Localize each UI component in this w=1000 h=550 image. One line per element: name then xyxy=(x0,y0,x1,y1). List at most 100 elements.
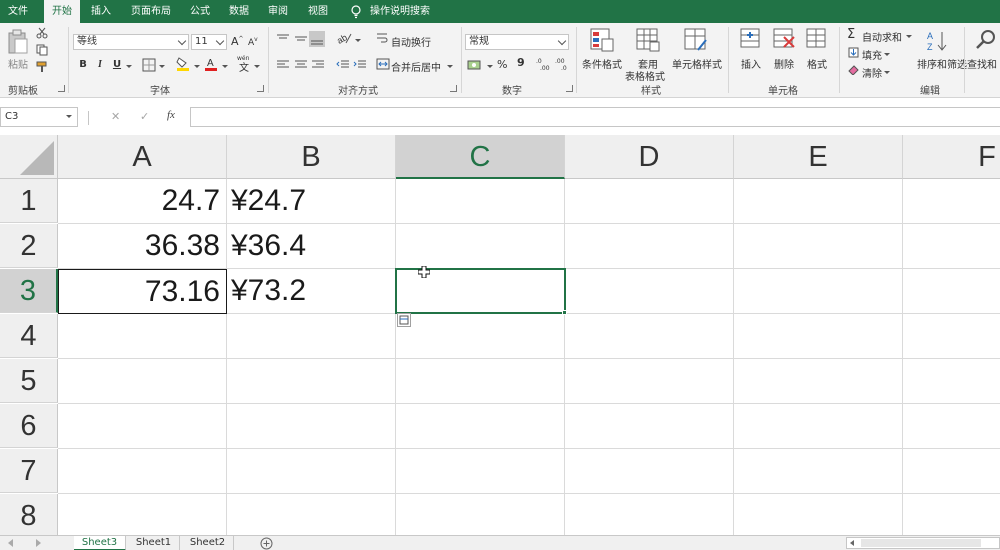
fill-color-dropdown-icon[interactable] xyxy=(192,61,200,72)
increase-indent-icon[interactable] xyxy=(353,59,367,71)
cell-c8[interactable] xyxy=(396,494,565,535)
row-header-8[interactable]: 8 xyxy=(0,494,58,535)
tell-me-search[interactable]: 操作说明搜索 xyxy=(368,0,432,23)
wrap-text-icon[interactable] xyxy=(376,32,388,44)
cell-a3[interactable]: 73.16 xyxy=(58,269,227,314)
fill-handle[interactable] xyxy=(562,310,567,315)
scissors-icon[interactable] xyxy=(36,27,48,39)
column-header-b[interactable]: B xyxy=(227,135,396,179)
tab-file[interactable]: 文件 xyxy=(0,0,36,23)
delete-cells-button[interactable]: 删除 xyxy=(774,56,794,71)
cell-e8[interactable] xyxy=(734,494,903,535)
cell-d6[interactable] xyxy=(565,404,734,449)
cell-a7[interactable] xyxy=(58,449,227,494)
borders-icon[interactable] xyxy=(142,58,156,72)
autosum-dropdown-icon[interactable] xyxy=(904,31,912,42)
cell-d3[interactable] xyxy=(565,269,734,314)
number-launcher-icon[interactable] xyxy=(566,85,573,92)
cell-b7[interactable] xyxy=(227,449,396,494)
cell-b5[interactable] xyxy=(227,359,396,404)
format-painter-icon[interactable] xyxy=(36,61,48,73)
cell-d2[interactable] xyxy=(565,224,734,269)
sheet-tab-sheet2[interactable]: Sheet2 xyxy=(182,536,234,550)
cell-c4[interactable] xyxy=(396,314,565,359)
sort-filter-button[interactable]: 排序和筛选 xyxy=(917,56,967,71)
sheet-tab-sheet3[interactable]: Sheet3 xyxy=(74,536,126,550)
cell-c1[interactable] xyxy=(396,179,565,224)
delete-cells-icon[interactable] xyxy=(773,28,795,50)
copy-icon[interactable] xyxy=(36,44,48,56)
cell-d5[interactable] xyxy=(565,359,734,404)
cell-f2[interactable] xyxy=(903,224,1000,269)
cell-d1[interactable] xyxy=(565,179,734,224)
cell-f8[interactable] xyxy=(903,494,1000,535)
cell-f6[interactable] xyxy=(903,404,1000,449)
tab-formulas[interactable]: 公式 xyxy=(183,0,217,23)
eraser-icon[interactable] xyxy=(848,64,859,75)
font-name-select[interactable]: 等线 xyxy=(73,34,189,50)
column-header-a[interactable]: A xyxy=(58,135,227,179)
borders-dropdown-icon[interactable] xyxy=(157,61,165,72)
increase-font-icon[interactable]: A^ xyxy=(231,35,244,48)
row-header-4[interactable]: 4 xyxy=(0,314,58,358)
cell-e7[interactable] xyxy=(734,449,903,494)
cell-e2[interactable] xyxy=(734,224,903,269)
sheet-tab-sheet1[interactable]: Sheet1 xyxy=(128,536,180,550)
accounting-format-icon[interactable] xyxy=(467,58,483,72)
orientation-icon[interactable]: ab xyxy=(336,31,352,45)
sort-filter-icon[interactable]: AZ xyxy=(926,29,950,53)
orientation-dropdown-icon[interactable] xyxy=(353,35,361,46)
phonetic-guide-icon[interactable]: wén 文 xyxy=(236,53,252,73)
merge-dropdown-icon[interactable] xyxy=(445,61,453,72)
scroll-sheets-right-icon[interactable] xyxy=(36,539,41,547)
cell-b3[interactable]: ¥73.2 xyxy=(227,269,396,314)
column-header-d[interactable]: D xyxy=(565,135,734,179)
italic-button[interactable]: I xyxy=(93,57,107,73)
align-right-icon[interactable] xyxy=(311,59,325,71)
format-as-table-icon[interactable] xyxy=(636,28,660,52)
insert-cells-icon[interactable] xyxy=(740,28,762,50)
cell-a1[interactable]: 24.7 xyxy=(58,179,227,224)
find-select-button[interactable]: 查找和 xyxy=(967,56,997,71)
align-left-icon[interactable] xyxy=(276,59,290,71)
autosum-icon[interactable]: Σ xyxy=(847,27,855,42)
cell-a6[interactable] xyxy=(58,404,227,449)
cell-e3[interactable] xyxy=(734,269,903,314)
clear-button[interactable]: 清除 xyxy=(862,65,882,80)
cell-b4[interactable] xyxy=(227,314,396,359)
cell-c6[interactable] xyxy=(396,404,565,449)
number-format-select[interactable]: 常规 xyxy=(465,34,569,50)
insert-cells-button[interactable]: 插入 xyxy=(741,56,761,71)
horizontal-scrollbar[interactable] xyxy=(846,537,1000,549)
name-box[interactable]: C3 xyxy=(0,107,78,127)
tab-insert[interactable]: 插入 xyxy=(84,0,118,23)
cell-f7[interactable] xyxy=(903,449,1000,494)
accounting-dropdown-icon[interactable] xyxy=(485,61,493,72)
find-select-icon[interactable] xyxy=(975,29,997,51)
underline-dropdown-icon[interactable] xyxy=(124,61,132,72)
autosum-button[interactable]: 自动求和 xyxy=(862,29,902,44)
cell-e5[interactable] xyxy=(734,359,903,404)
name-box-dropdown-icon[interactable] xyxy=(66,115,72,118)
align-bottom-icon[interactable] xyxy=(309,31,325,47)
cancel-icon[interactable]: ✕ xyxy=(111,110,120,123)
increase-decimal-icon[interactable]: .0.00 xyxy=(536,57,552,71)
cell-b2[interactable]: ¥36.4 xyxy=(227,224,396,269)
tab-page-layout[interactable]: 页面布局 xyxy=(125,0,177,23)
decrease-indent-icon[interactable] xyxy=(336,59,350,71)
cell-c2[interactable] xyxy=(396,224,565,269)
cell-a2[interactable]: 36.38 xyxy=(58,224,227,269)
row-header-2[interactable]: 2 xyxy=(0,224,58,268)
font-color-dropdown-icon[interactable] xyxy=(220,61,228,72)
merge-center-icon[interactable] xyxy=(376,58,390,70)
tab-data[interactable]: 数据 xyxy=(222,0,256,23)
cell-styles-button[interactable]: 单元格样式 xyxy=(672,56,722,71)
cell-styles-icon[interactable] xyxy=(684,28,708,52)
paste-label[interactable]: 粘贴 xyxy=(8,56,28,71)
format-as-table-label-2[interactable]: 表格格式 xyxy=(625,68,665,83)
cell-c5[interactable] xyxy=(396,359,565,404)
row-header-7[interactable]: 7 xyxy=(0,449,58,493)
cell-b1[interactable]: ¥24.7 xyxy=(227,179,396,224)
percent-button[interactable]: % xyxy=(497,58,507,71)
cell-a8[interactable] xyxy=(58,494,227,535)
